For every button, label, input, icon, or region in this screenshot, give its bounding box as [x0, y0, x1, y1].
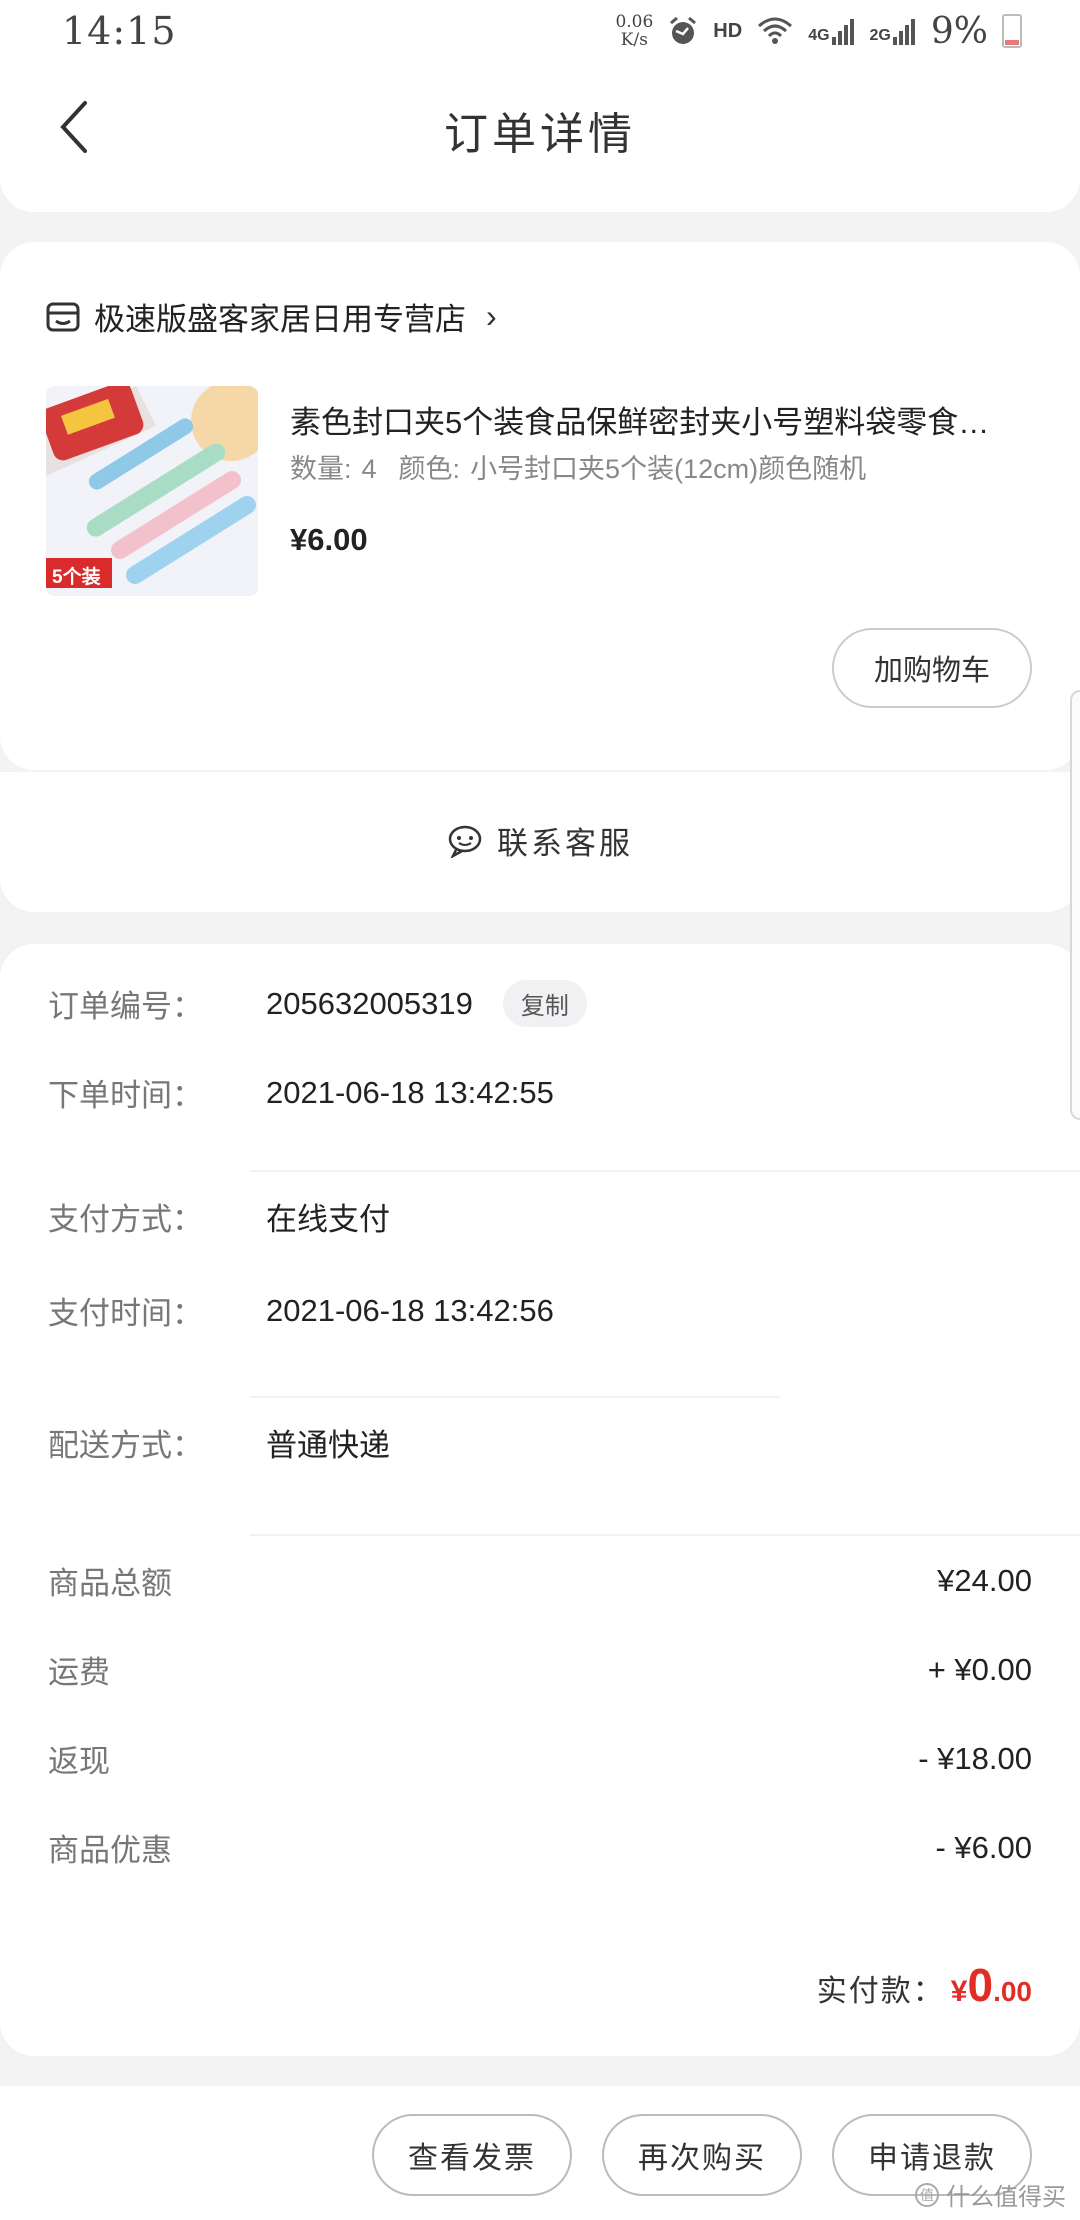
status-time: 14:15	[62, 9, 177, 53]
watermark-text: 什么值得买	[946, 2184, 1066, 2211]
contact-service-button[interactable]: 联系客服	[0, 818, 1080, 863]
customer-service-card: 联系客服	[0, 772, 1080, 912]
header: 订单详情	[0, 62, 1080, 212]
product-price: ¥6.00	[290, 522, 368, 557]
quantity-value: 4	[361, 454, 377, 484]
order-time-row: 下单时间： 2021-06-18 13:42:55	[48, 1070, 554, 1115]
buy-again-button[interactable]: 再次购买	[602, 2114, 802, 2196]
total-decimal: .00	[993, 1976, 1032, 2007]
divider	[250, 1396, 780, 1398]
add-to-cart-button[interactable]: 加购物车	[832, 628, 1032, 708]
amount-label: 返现	[48, 1744, 110, 1779]
page-title: 订单详情	[444, 109, 636, 160]
total-integer: 0	[967, 1959, 994, 2011]
net-speed: 0.06 K/s	[615, 12, 654, 50]
amount-label: 商品总额	[48, 1566, 172, 1601]
store-name: 极速版盛客家居日用专营店	[94, 302, 466, 337]
status-icons: 0.06 K/s HD 4G 2G 9%	[615, 11, 1022, 52]
divider	[250, 1170, 1080, 1172]
total-label: 实付款：	[816, 1974, 945, 2009]
thumb-badge: 5个装	[52, 567, 101, 588]
signal-bars-icon	[892, 19, 915, 45]
amount-label: 运费	[48, 1655, 110, 1690]
watermark: 值 什么值得买	[914, 2177, 1066, 2212]
bottom-action-bar: 查看发票 再次购买 申请退款 值 什么值得买	[0, 2086, 1080, 2220]
signal-4g: 4G	[808, 17, 855, 45]
store-icon	[46, 302, 80, 331]
amount-value: ¥24.00	[937, 1562, 1032, 1598]
total-currency: ¥	[950, 1975, 968, 2008]
pay-time-row: 支付时间： 2021-06-18 13:42:56	[48, 1288, 554, 1333]
hd-indicator: HD	[713, 19, 743, 42]
amount-row-shipping: 运费 + ¥0.00	[48, 1647, 1032, 1692]
delivery-value: 普通快递	[266, 1428, 390, 1463]
battery-percent: 9%	[930, 10, 988, 52]
amount-row-discount: 商品优惠 - ¥6.00	[48, 1825, 1032, 1870]
alarm-icon	[670, 16, 697, 44]
pay-time-value: 2021-06-18 13:42:56	[266, 1292, 554, 1328]
product-image[interactable]: 5个装	[46, 386, 258, 596]
signal-2g: 2G	[870, 17, 917, 45]
product-title[interactable]: 素色封口夹5个装食品保鲜密封夹小号塑料袋零食…	[290, 397, 1030, 442]
chevron-right-icon: ›	[486, 298, 497, 334]
pay-method-value: 在线支付	[266, 1202, 390, 1237]
watermark-logo-icon: 值	[915, 2182, 939, 2207]
order-number-label: 订单编号：	[48, 989, 203, 1024]
amount-row-subtotal: 商品总额 ¥24.00	[48, 1558, 1032, 1603]
amount-row-cashback: 返现 - ¥18.00	[48, 1736, 1032, 1781]
pay-method-row: 支付方式： 在线支付	[48, 1194, 390, 1239]
product-spec: 数量: 4 颜色: 小号封口夹5个装(12cm)颜色随机	[290, 447, 876, 486]
copy-button[interactable]: 复制	[502, 980, 587, 1027]
order-number-value: 205632005319	[266, 985, 473, 1021]
pay-time-label: 支付时间：	[48, 1296, 203, 1331]
view-invoice-button[interactable]: 查看发票	[372, 2114, 572, 2196]
wifi-icon	[758, 17, 793, 44]
delivery-row: 配送方式： 普通快递	[48, 1420, 390, 1465]
delivery-label: 配送方式：	[48, 1428, 203, 1463]
svg-text:值: 值	[920, 2188, 934, 2204]
order-number-row: 订单编号： 205632005319 复制	[48, 980, 587, 1027]
store-link[interactable]: 极速版盛客家居日用专营店 ›	[46, 294, 497, 339]
battery-icon	[1002, 14, 1022, 48]
signal-bars-icon	[831, 19, 854, 45]
amount-label: 商品优惠	[48, 1833, 172, 1868]
status-bar: 14:15 0.06 K/s HD 4G 2G 9%	[0, 0, 1080, 62]
product-card: 极速版盛客家居日用专营店 › 5个装 素色封口夹5个装食品保鲜密封夹小号塑料袋零…	[0, 242, 1080, 770]
total-paid: 实付款： ¥ 0 .00	[817, 1958, 1032, 2012]
color-value: 小号封口夹5个装(12cm)颜色随机	[470, 454, 867, 484]
order-time-value: 2021-06-18 13:42:55	[266, 1074, 554, 1110]
quantity-label: 数量:	[290, 454, 352, 484]
amount-value: + ¥0.00	[927, 1651, 1032, 1687]
color-label: 颜色:	[398, 454, 461, 484]
chat-bubble-icon	[448, 825, 482, 858]
side-edge-handle[interactable]	[1070, 690, 1080, 1120]
pay-method-label: 支付方式：	[48, 1202, 203, 1237]
order-time-label: 下单时间：	[48, 1078, 203, 1113]
contact-service-label: 联系客服	[497, 826, 633, 862]
order-info-card: 订单编号： 205632005319 复制 下单时间： 2021-06-18 1…	[0, 944, 1080, 2056]
amount-value: - ¥18.00	[918, 1740, 1032, 1776]
divider	[250, 1534, 1080, 1536]
amount-value: - ¥6.00	[935, 1829, 1032, 1865]
